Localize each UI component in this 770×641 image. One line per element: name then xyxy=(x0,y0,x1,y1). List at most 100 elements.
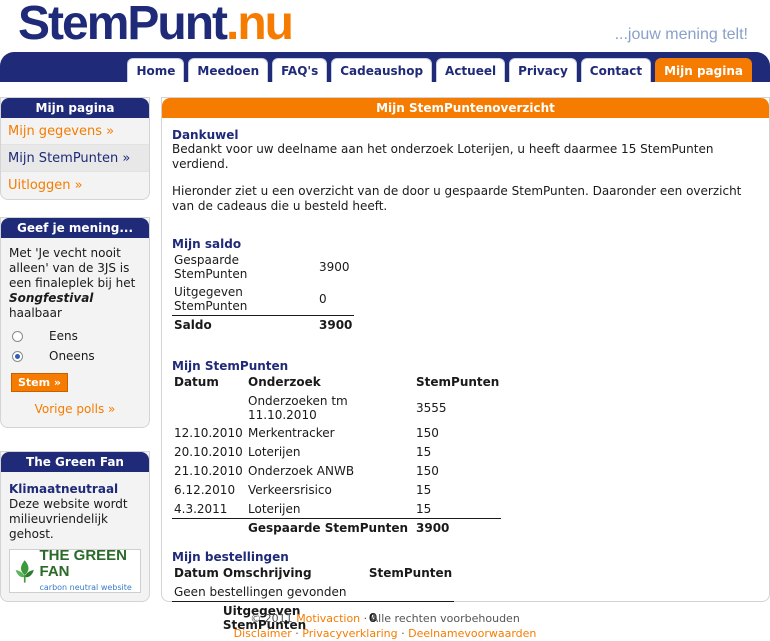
poll-option-label: Eens xyxy=(49,329,78,343)
poll-question-end: haalbaar xyxy=(9,306,62,320)
green-fan-text: Deze website wordt milieuvriendelijk geh… xyxy=(9,497,128,541)
col-onderzoek: Onderzoek xyxy=(248,375,321,389)
main-nav: Home Meedoen FAQ's Cadeaushop Actueel Pr… xyxy=(123,58,752,82)
tab-privacy[interactable]: Privacy xyxy=(509,58,577,82)
company-link[interactable]: Motivaction xyxy=(296,612,360,625)
cell-onderzoek: Onderzoek ANWB xyxy=(248,464,355,478)
saldo-label: Uitgegeven StemPunten xyxy=(174,285,248,313)
page-title: Mijn StemPuntenoverzicht xyxy=(162,98,769,118)
table-row: 21.10.2010 Onderzoek ANWB 150 xyxy=(172,462,501,481)
main-panel: Mijn StemPuntenoverzicht Dankuwel Bedank… xyxy=(161,97,770,634)
cell-datum: 20.10.2010 xyxy=(174,445,243,459)
privacy-link[interactable]: Privacyverklaring xyxy=(302,627,397,640)
table-row: Gespaarde StemPunten 3900 xyxy=(172,251,354,283)
thanks-text: Bedankt voor uw deelname aan het onderzo… xyxy=(172,142,714,171)
table-row: 20.10.2010 Loterijen 15 xyxy=(172,443,501,462)
tab-mijn-pagina[interactable]: Mijn pagina xyxy=(655,58,752,82)
cell-punten: 150 xyxy=(416,426,439,440)
previous-polls-link[interactable]: Vorige polls » xyxy=(9,402,141,417)
saldo-value: 0 xyxy=(319,292,327,306)
thanks-heading: Dankuwel xyxy=(172,128,239,142)
site-logo[interactable]: StemPunt.nu xyxy=(18,0,294,50)
cell-empty xyxy=(172,518,246,538)
stempunten-total-label: Gespaarde StemPunten xyxy=(246,518,414,538)
tab-cadeaushop[interactable]: Cadeaushop xyxy=(331,58,433,82)
cell-onderzoek: Loterijen xyxy=(248,501,301,516)
stempunten-total-value: 3900 xyxy=(414,518,502,538)
stempunten-total-row: Gespaarde StemPunten 3900 xyxy=(172,518,502,538)
cell-punten: 15 xyxy=(416,483,432,497)
tab-faqs[interactable]: FAQ's xyxy=(272,58,328,82)
col-stempunten: StemPunten xyxy=(416,375,500,389)
poll-option-eens[interactable]: Eens xyxy=(9,329,141,344)
green-fan-subtitle: Klimaatneutraal xyxy=(9,482,119,496)
leaf-icon xyxy=(15,560,34,583)
green-fan-title: The Green Fan xyxy=(1,452,149,472)
poll-question-text: Met 'Je vecht nooit alleen' van de 3JS i… xyxy=(9,246,136,290)
cell-datum: 12.10.2010 xyxy=(174,426,243,440)
saldo-total-row: Saldo 3900 xyxy=(172,315,355,335)
footer-copyright: © 2011 Motivaction · Alle rechten voorbe… xyxy=(0,611,770,626)
cell-punten: 3555 xyxy=(416,400,447,415)
sidebar-item-uitloggen[interactable]: Uitloggen » xyxy=(1,172,149,199)
sidebar-item-mijn-gegevens[interactable]: Mijn gegevens » xyxy=(1,118,149,145)
copyright-text: © 2011 xyxy=(250,612,297,625)
table-row: 12.10.2010 Merkentracker 150 xyxy=(172,424,501,443)
poll-title: Geef je mening... xyxy=(1,218,149,238)
stempunten-heading: Mijn StemPunten xyxy=(172,358,289,373)
disclaimer-link[interactable]: Disclaimer xyxy=(234,627,292,640)
sidebar-poll: Geef je mening... Met 'Je vecht nooit al… xyxy=(0,217,150,428)
saldo-total-value: 3900 xyxy=(317,315,355,335)
cell-punten: 150 xyxy=(416,464,439,478)
table-header-row: Datum Omschrijving StemPunten xyxy=(172,564,454,583)
logo-domain: .nu xyxy=(226,0,294,50)
poll-option-label: Oneens xyxy=(49,349,95,363)
sidebar-mijn-pagina: Mijn pagina Mijn gegevens » Mijn StemPun… xyxy=(0,97,150,200)
col-datum: Datum xyxy=(174,566,219,580)
tab-meedoen[interactable]: Meedoen xyxy=(188,58,269,82)
cell-onderzoek: Merkentracker xyxy=(248,426,335,440)
col-omschrijving: Omschrijving xyxy=(222,566,312,580)
table-header-row: Datum Onderzoek StemPunten xyxy=(172,373,501,392)
saldo-value: 3900 xyxy=(319,260,350,274)
saldo-table: Gespaarde StemPunten 3900 Uitgegeven Ste… xyxy=(172,251,355,335)
sidebar-item-mijn-stempunten[interactable]: Mijn StemPunten » xyxy=(1,145,149,172)
col-datum: Datum xyxy=(174,375,219,389)
cell-onderzoek: Loterijen xyxy=(248,445,301,459)
radio-oneens[interactable] xyxy=(12,351,23,362)
table-row: 4.3.2011 Loterijen 15 xyxy=(172,500,501,519)
copyright-rights: · Alle rechten voorbehouden xyxy=(360,612,520,625)
cell-empty xyxy=(367,583,454,602)
radio-eens[interactable] xyxy=(12,331,23,342)
stem-button[interactable]: Stem » xyxy=(11,373,69,392)
intro-text: Hieronder ziet u een overzicht van de do… xyxy=(172,184,742,213)
logo-text: StemPunt xyxy=(18,0,228,50)
green-fan-logo-text: THE GREEN FAN xyxy=(39,546,127,580)
poll-question: Met 'Je vecht nooit alleen' van de 3JS i… xyxy=(9,246,141,321)
cell-datum: 6.12.2010 xyxy=(174,483,236,497)
footer: © 2011 Motivaction · Alle rechten voorbe… xyxy=(0,611,770,641)
stempunten-table: Datum Onderzoek StemPunten Onderzoeken t… xyxy=(172,373,502,538)
terms-link[interactable]: Deelnamevoorwaarden xyxy=(408,627,536,640)
cell-punten: 15 xyxy=(416,445,432,459)
green-fan-logo[interactable]: THE GREEN FAN carbon neutral website xyxy=(9,546,141,593)
saldo-total-label: Saldo xyxy=(172,315,317,335)
saldo-label: Gespaarde StemPunten xyxy=(174,253,248,281)
sidebar-mijn-pagina-title: Mijn pagina xyxy=(1,98,149,118)
cell-punten: 15 xyxy=(416,501,432,516)
tab-contact[interactable]: Contact xyxy=(580,58,652,82)
table-row: Onderzoeken tm 11.10.2010 3555 xyxy=(172,392,501,424)
tab-home[interactable]: Home xyxy=(127,58,185,82)
table-row: Uitgegeven StemPunten 0 xyxy=(172,283,354,316)
table-row: 6.12.2010 Verkeersrisico 15 xyxy=(172,481,501,500)
cell-onderzoek: Onderzoeken tm 11.10.2010 xyxy=(248,393,348,422)
green-fan-logo-caption: carbon neutral website xyxy=(39,582,132,592)
tab-actueel[interactable]: Actueel xyxy=(436,58,506,82)
tagline: ...jouw mening telt! xyxy=(614,26,748,43)
saldo-heading: Mijn saldo xyxy=(172,237,242,251)
poll-option-oneens[interactable]: Oneens xyxy=(9,349,141,364)
sidebar-green-fan: The Green Fan Klimaatneutraal Deze websi… xyxy=(0,451,150,602)
cell-datum xyxy=(172,392,246,424)
col-stempunten: StemPunten xyxy=(368,566,453,580)
cell-onderzoek: Verkeersrisico xyxy=(248,483,332,497)
